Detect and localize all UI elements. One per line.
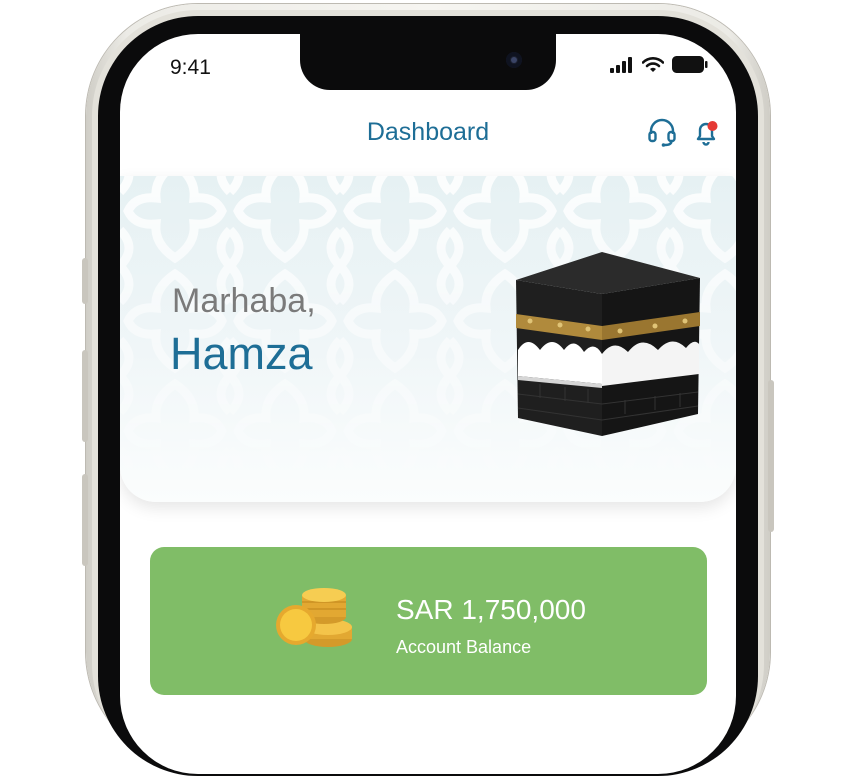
status-time: 9:41 [170,56,211,79]
status-icons [610,56,708,73]
welcome-banner: Marhaba, Hamza [120,176,736,502]
headset-icon[interactable] [646,116,678,148]
bell-icon[interactable] [690,116,724,148]
battery-icon [672,56,708,73]
phone-power-button [768,380,774,532]
front-camera [506,52,522,68]
notification-badge [707,121,718,131]
phone-volume-up-button [82,350,88,442]
user-name: Hamza [170,328,313,379]
coins-icon [276,588,352,647]
greeting-text: Marhaba, [172,282,316,320]
phone-action-button [82,258,88,304]
balance-amount: SAR 1,750,000 [396,594,586,625]
wifi-icon [642,56,664,72]
dynamic-notch [300,34,556,90]
phone-screen: 9:41 Dashboard Marhaba, Hamza SAR 1,750,… [120,34,736,774]
page-title: Dashboard [366,118,490,146]
signal-icon [610,56,632,73]
phone-volume-down-button [82,474,88,566]
account-balance-card[interactable]: SAR 1,750,000 Account Balance [150,547,707,695]
kaaba-illustration [516,252,700,436]
balance-label: Account Balance [396,637,532,657]
